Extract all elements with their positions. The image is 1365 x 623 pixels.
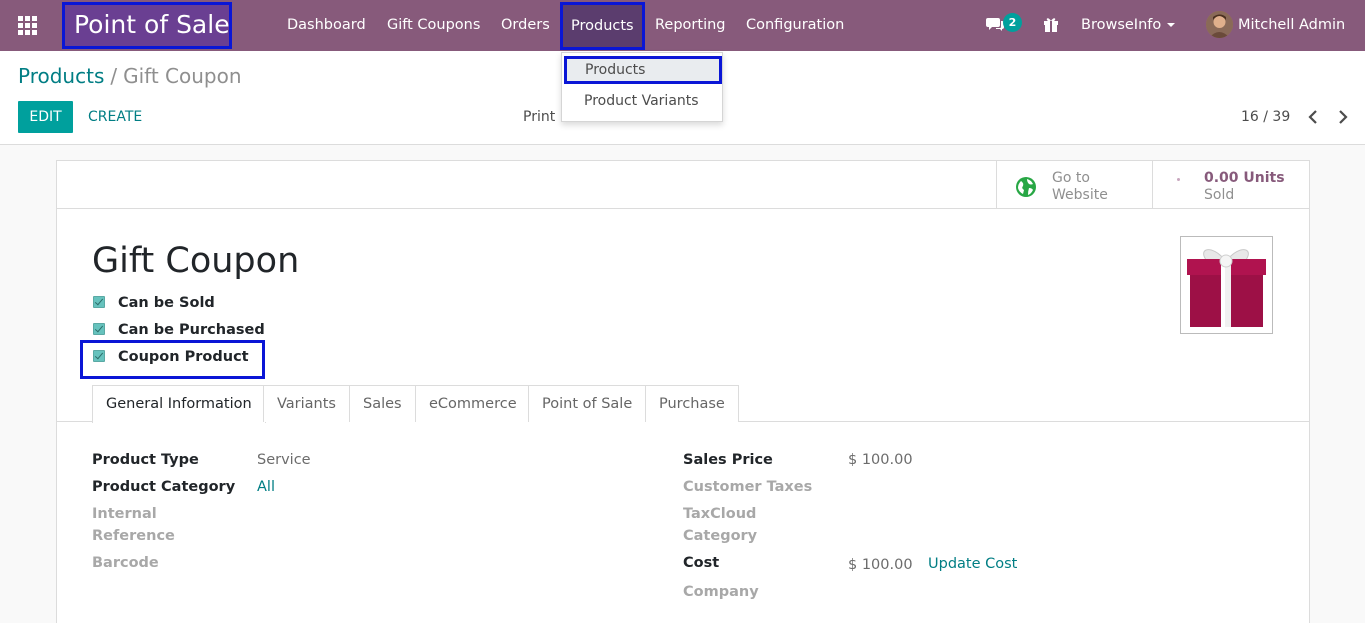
globe-icon bbox=[1016, 177, 1036, 197]
product-type-value[interactable]: Service bbox=[257, 449, 311, 471]
menu-reporting[interactable]: Reporting bbox=[655, 0, 726, 51]
internal-reference-label-line2: Reference bbox=[92, 528, 175, 544]
product-form-sheet: Go to Website 0.00 Units Sold Gift Coupo… bbox=[56, 160, 1310, 623]
taxcloud-category-label-line1: TaxCloud bbox=[683, 506, 757, 522]
sales-price-label: Sales Price bbox=[683, 452, 773, 468]
chevron-down-icon bbox=[1167, 23, 1176, 27]
can-be-purchased-label: Can be Purchased bbox=[118, 322, 265, 338]
create-button[interactable]: CREATE bbox=[88, 101, 142, 133]
product-category-label: Product Category bbox=[92, 479, 236, 495]
cost-label: Cost bbox=[683, 555, 720, 571]
gift-icon[interactable] bbox=[1043, 16, 1059, 32]
product-category-link[interactable]: All bbox=[257, 476, 275, 498]
edit-button[interactable]: EDIT bbox=[18, 101, 73, 133]
menu-products[interactable]: Products bbox=[560, 2, 645, 50]
smart-button-box: Go to Website 0.00 Units Sold bbox=[57, 161, 1309, 209]
chat-count-badge: 2 bbox=[1003, 13, 1022, 32]
sales-price-value[interactable]: $ 100.00 bbox=[848, 449, 913, 471]
user-menu[interactable]: Mitchell Admin bbox=[1238, 0, 1345, 51]
dropdown-item-product-variants[interactable]: Product Variants bbox=[564, 87, 722, 115]
menu-dashboard[interactable]: Dashboard bbox=[287, 0, 366, 51]
breadcrumb: Products / Gift Coupon bbox=[18, 64, 242, 88]
taxcloud-category-label-line2: Category bbox=[683, 528, 758, 544]
units-sold-value: 0.00 Units bbox=[1204, 170, 1285, 186]
chevron-right-icon[interactable] bbox=[1335, 108, 1351, 126]
company-name: BrowseInfo bbox=[1081, 17, 1162, 33]
tab-general-information[interactable]: General Information bbox=[92, 385, 266, 423]
units-sold-label: Sold bbox=[1204, 187, 1235, 203]
go-to-website-button[interactable]: Go to Website bbox=[996, 161, 1153, 209]
units-sold-button[interactable]: 0.00 Units Sold bbox=[1152, 161, 1309, 209]
chevron-left-icon[interactable] bbox=[1305, 108, 1321, 126]
top-navbar: Point of Sale Dashboard Gift Coupons Ord… bbox=[0, 0, 1365, 51]
app-brand[interactable]: Point of Sale bbox=[62, 2, 232, 49]
pager-value[interactable]: 16 / 39 bbox=[1241, 101, 1290, 133]
menu-configuration[interactable]: Configuration bbox=[746, 0, 844, 51]
product-type-label: Product Type bbox=[92, 452, 199, 468]
tab-sales[interactable]: Sales bbox=[349, 385, 416, 422]
tab-variants[interactable]: Variants bbox=[263, 385, 350, 422]
barcode-label: Barcode bbox=[92, 555, 159, 571]
products-dropdown-menu: Products Product Variants bbox=[561, 52, 723, 122]
dropdown-item-products[interactable]: Products bbox=[564, 56, 722, 84]
breadcrumb-current: Gift Coupon bbox=[123, 64, 242, 88]
tab-ecommerce[interactable]: eCommerce bbox=[415, 385, 531, 422]
tab-purchase[interactable]: Purchase bbox=[645, 385, 739, 422]
product-image[interactable] bbox=[1180, 236, 1273, 334]
chart-icon bbox=[1177, 178, 1180, 181]
cost-value[interactable]: $ 100.00 bbox=[848, 554, 913, 576]
breadcrumb-products-link[interactable]: Products bbox=[18, 64, 104, 88]
update-cost-button[interactable]: Update Cost bbox=[928, 553, 1017, 575]
can-be-sold-checkbox[interactable] bbox=[93, 296, 105, 308]
product-title: Gift Coupon bbox=[92, 241, 300, 281]
go-to-website-line2: Website bbox=[1052, 187, 1108, 203]
company-switcher[interactable]: BrowseInfo bbox=[1081, 0, 1176, 51]
menu-orders[interactable]: Orders bbox=[501, 0, 550, 51]
go-to-website-line1: Go to bbox=[1052, 170, 1090, 186]
coupon-product-highlight bbox=[80, 340, 265, 379]
chat-icon[interactable] bbox=[986, 16, 1004, 32]
print-button[interactable]: Print bbox=[523, 101, 555, 133]
company-label: Company bbox=[683, 584, 759, 600]
internal-reference-label-line1: Internal bbox=[92, 506, 157, 522]
can-be-sold-label: Can be Sold bbox=[118, 295, 215, 311]
menu-gift-coupons[interactable]: Gift Coupons bbox=[387, 0, 480, 51]
avatar[interactable] bbox=[1206, 11, 1233, 38]
tab-point-of-sale[interactable]: Point of Sale bbox=[528, 385, 647, 422]
breadcrumb-separator: / bbox=[110, 64, 118, 88]
notebook-tabs: General Information Variants Sales eComm… bbox=[57, 385, 1309, 423]
apps-menu-icon[interactable] bbox=[18, 16, 37, 35]
customer-taxes-label: Customer Taxes bbox=[683, 479, 813, 495]
can-be-purchased-checkbox[interactable] bbox=[93, 323, 105, 335]
